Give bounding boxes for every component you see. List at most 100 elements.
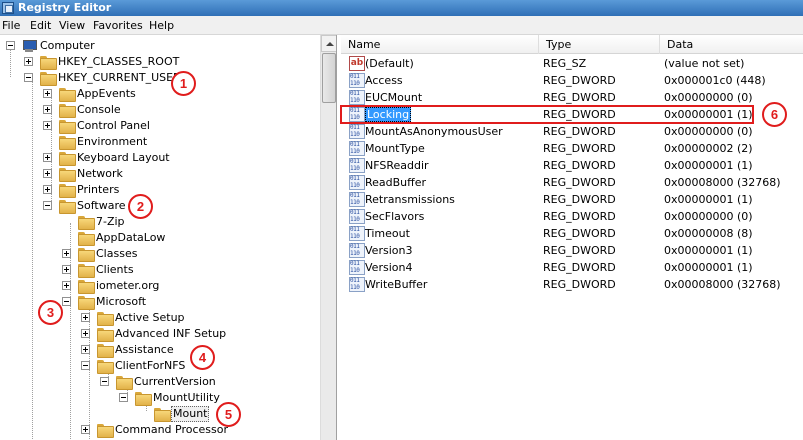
tree-item-software[interactable]: Software <box>0 198 320 214</box>
title-bar: Registry Editor <box>0 0 803 16</box>
scrollbar-thumb[interactable] <box>322 53 336 103</box>
folder-icon <box>59 120 76 134</box>
value-row[interactable]: WriteBuffer REG_DWORD 0x00008000 (32768) <box>341 276 803 293</box>
binary-value-icon <box>349 124 365 139</box>
value-row[interactable]: ReadBuffer REG_DWORD 0x00008000 (32768) <box>341 174 803 191</box>
tree-item-mountutility[interactable]: MountUtility <box>0 390 320 406</box>
registry-editor-icon <box>2 2 14 14</box>
folder-icon <box>78 280 95 294</box>
tree-item-appdatalow[interactable]: AppDataLow <box>0 230 320 246</box>
value-row[interactable]: EUCMount REG_DWORD 0x00000000 (0) <box>341 89 803 106</box>
expand-icon[interactable] <box>43 89 52 98</box>
tree-item-clients[interactable]: Clients <box>0 262 320 278</box>
tree-item-command-processor[interactable]: Command Processor <box>0 422 320 438</box>
tree-item-classes[interactable]: Classes <box>0 246 320 262</box>
collapse-icon[interactable] <box>62 297 71 306</box>
binary-value-icon <box>349 277 365 292</box>
menu-help[interactable]: Help <box>149 18 174 33</box>
binary-value-icon <box>349 192 365 207</box>
binary-value-icon <box>349 243 365 258</box>
collapse-icon[interactable] <box>81 361 90 370</box>
folder-icon <box>59 152 76 166</box>
tree-item-appevents[interactable]: AppEvents <box>0 86 320 102</box>
value-row[interactable]: MountAsAnonymousUser REG_DWORD 0x0000000… <box>341 123 803 140</box>
folder-icon <box>97 312 114 326</box>
tree-item-environment[interactable]: Environment <box>0 134 320 150</box>
collapse-icon[interactable] <box>119 393 128 402</box>
folder-icon <box>97 360 114 374</box>
menu-edit[interactable]: Edit <box>30 18 51 33</box>
folder-icon <box>59 136 76 150</box>
callout-2: 2 <box>128 194 153 219</box>
expand-icon[interactable] <box>62 249 71 258</box>
value-row[interactable]: Version3 REG_DWORD 0x00000001 (1) <box>341 242 803 259</box>
expand-icon[interactable] <box>43 185 52 194</box>
folder-icon <box>59 104 76 118</box>
tree-item-advanced-inf-setup[interactable]: Advanced INF Setup <box>0 326 320 342</box>
menu-file[interactable]: File <box>2 18 20 33</box>
menu-favorites[interactable]: Favorites <box>93 18 143 33</box>
tree-item-network[interactable]: Network <box>0 166 320 182</box>
collapse-icon[interactable] <box>6 41 15 50</box>
expand-icon[interactable] <box>43 169 52 178</box>
scroll-up-icon[interactable] <box>321 35 336 52</box>
binary-value-icon <box>349 260 365 275</box>
folder-icon <box>78 232 95 246</box>
folder-icon <box>59 200 76 214</box>
tree-item-hkey-current-user[interactable]: HKEY_CURRENT_USER <box>0 70 320 86</box>
folder-icon <box>97 328 114 342</box>
tree-item-mount[interactable]: Mount <box>0 406 320 422</box>
expand-icon[interactable] <box>81 329 90 338</box>
tree-item-control-panel[interactable]: Control Panel <box>0 118 320 134</box>
collapse-icon[interactable] <box>24 73 33 82</box>
binary-value-icon <box>349 209 365 224</box>
tree-item-keyboard-layout[interactable]: Keyboard Layout <box>0 150 320 166</box>
tree-item-console[interactable]: Console <box>0 102 320 118</box>
binary-value-icon <box>349 158 365 173</box>
column-name[interactable]: Name <box>341 35 539 54</box>
expand-icon[interactable] <box>62 265 71 274</box>
expand-icon[interactable] <box>81 425 90 434</box>
tree-item-7-zip[interactable]: 7-Zip <box>0 214 320 230</box>
folder-icon <box>78 264 95 278</box>
column-type[interactable]: Type <box>539 35 660 54</box>
callout-4: 4 <box>190 345 215 370</box>
tree-item-hkey-classes-root[interactable]: HKEY_CLASSES_ROOT <box>0 54 320 70</box>
folder-icon <box>40 56 57 70</box>
value-row[interactable]: MountType REG_DWORD 0x00000002 (2) <box>341 140 803 157</box>
value-row[interactable]: Version4 REG_DWORD 0x00000001 (1) <box>341 259 803 276</box>
collapse-icon[interactable] <box>100 377 109 386</box>
expand-icon[interactable] <box>43 121 52 130</box>
value-row[interactable]: Timeout REG_DWORD 0x00000008 (8) <box>341 225 803 242</box>
folder-icon <box>59 88 76 102</box>
expand-icon[interactable] <box>24 57 33 66</box>
expand-icon[interactable] <box>81 313 90 322</box>
tree-item-currentversion[interactable]: CurrentVersion <box>0 374 320 390</box>
binary-value-icon <box>349 90 365 105</box>
expand-icon[interactable] <box>62 281 71 290</box>
menu-view[interactable]: View <box>59 18 85 33</box>
folder-icon <box>78 248 95 262</box>
folder-icon <box>78 216 95 230</box>
registry-tree[interactable]: Computer HKEY_CLASSES_ROOT HKEY_CURRENT_… <box>0 35 337 440</box>
callout-6: 6 <box>762 102 787 127</box>
tree-item-iometer-org[interactable]: iometer.org <box>0 278 320 294</box>
expand-icon[interactable] <box>43 153 52 162</box>
tree-item-clientfornfs[interactable]: ClientForNFS <box>0 358 320 374</box>
callout-1: 1 <box>171 71 196 96</box>
value-row[interactable]: Retransmissions REG_DWORD 0x00000001 (1) <box>341 191 803 208</box>
value-row[interactable]: SecFlavors REG_DWORD 0x00000000 (0) <box>341 208 803 225</box>
collapse-icon[interactable] <box>43 201 52 210</box>
column-data[interactable]: Data <box>660 35 803 54</box>
expand-icon[interactable] <box>81 345 90 354</box>
values-list[interactable]: Name Type Data ab (Default) REG_SZ (valu… <box>341 35 803 440</box>
tree-item-assistance[interactable]: Assistance <box>0 342 320 358</box>
locking-highlight-box <box>340 105 754 124</box>
value-row[interactable]: NFSReaddir REG_DWORD 0x00000001 (1) <box>341 157 803 174</box>
expand-icon[interactable] <box>43 105 52 114</box>
value-row[interactable]: Access REG_DWORD 0x000001c0 (448) <box>341 72 803 89</box>
tree-scrollbar[interactable] <box>320 35 336 440</box>
tree-item-printers[interactable]: Printers <box>0 182 320 198</box>
tree-item-computer[interactable]: Computer <box>0 38 320 54</box>
value-row[interactable]: ab (Default) REG_SZ (value not set) <box>341 55 803 72</box>
